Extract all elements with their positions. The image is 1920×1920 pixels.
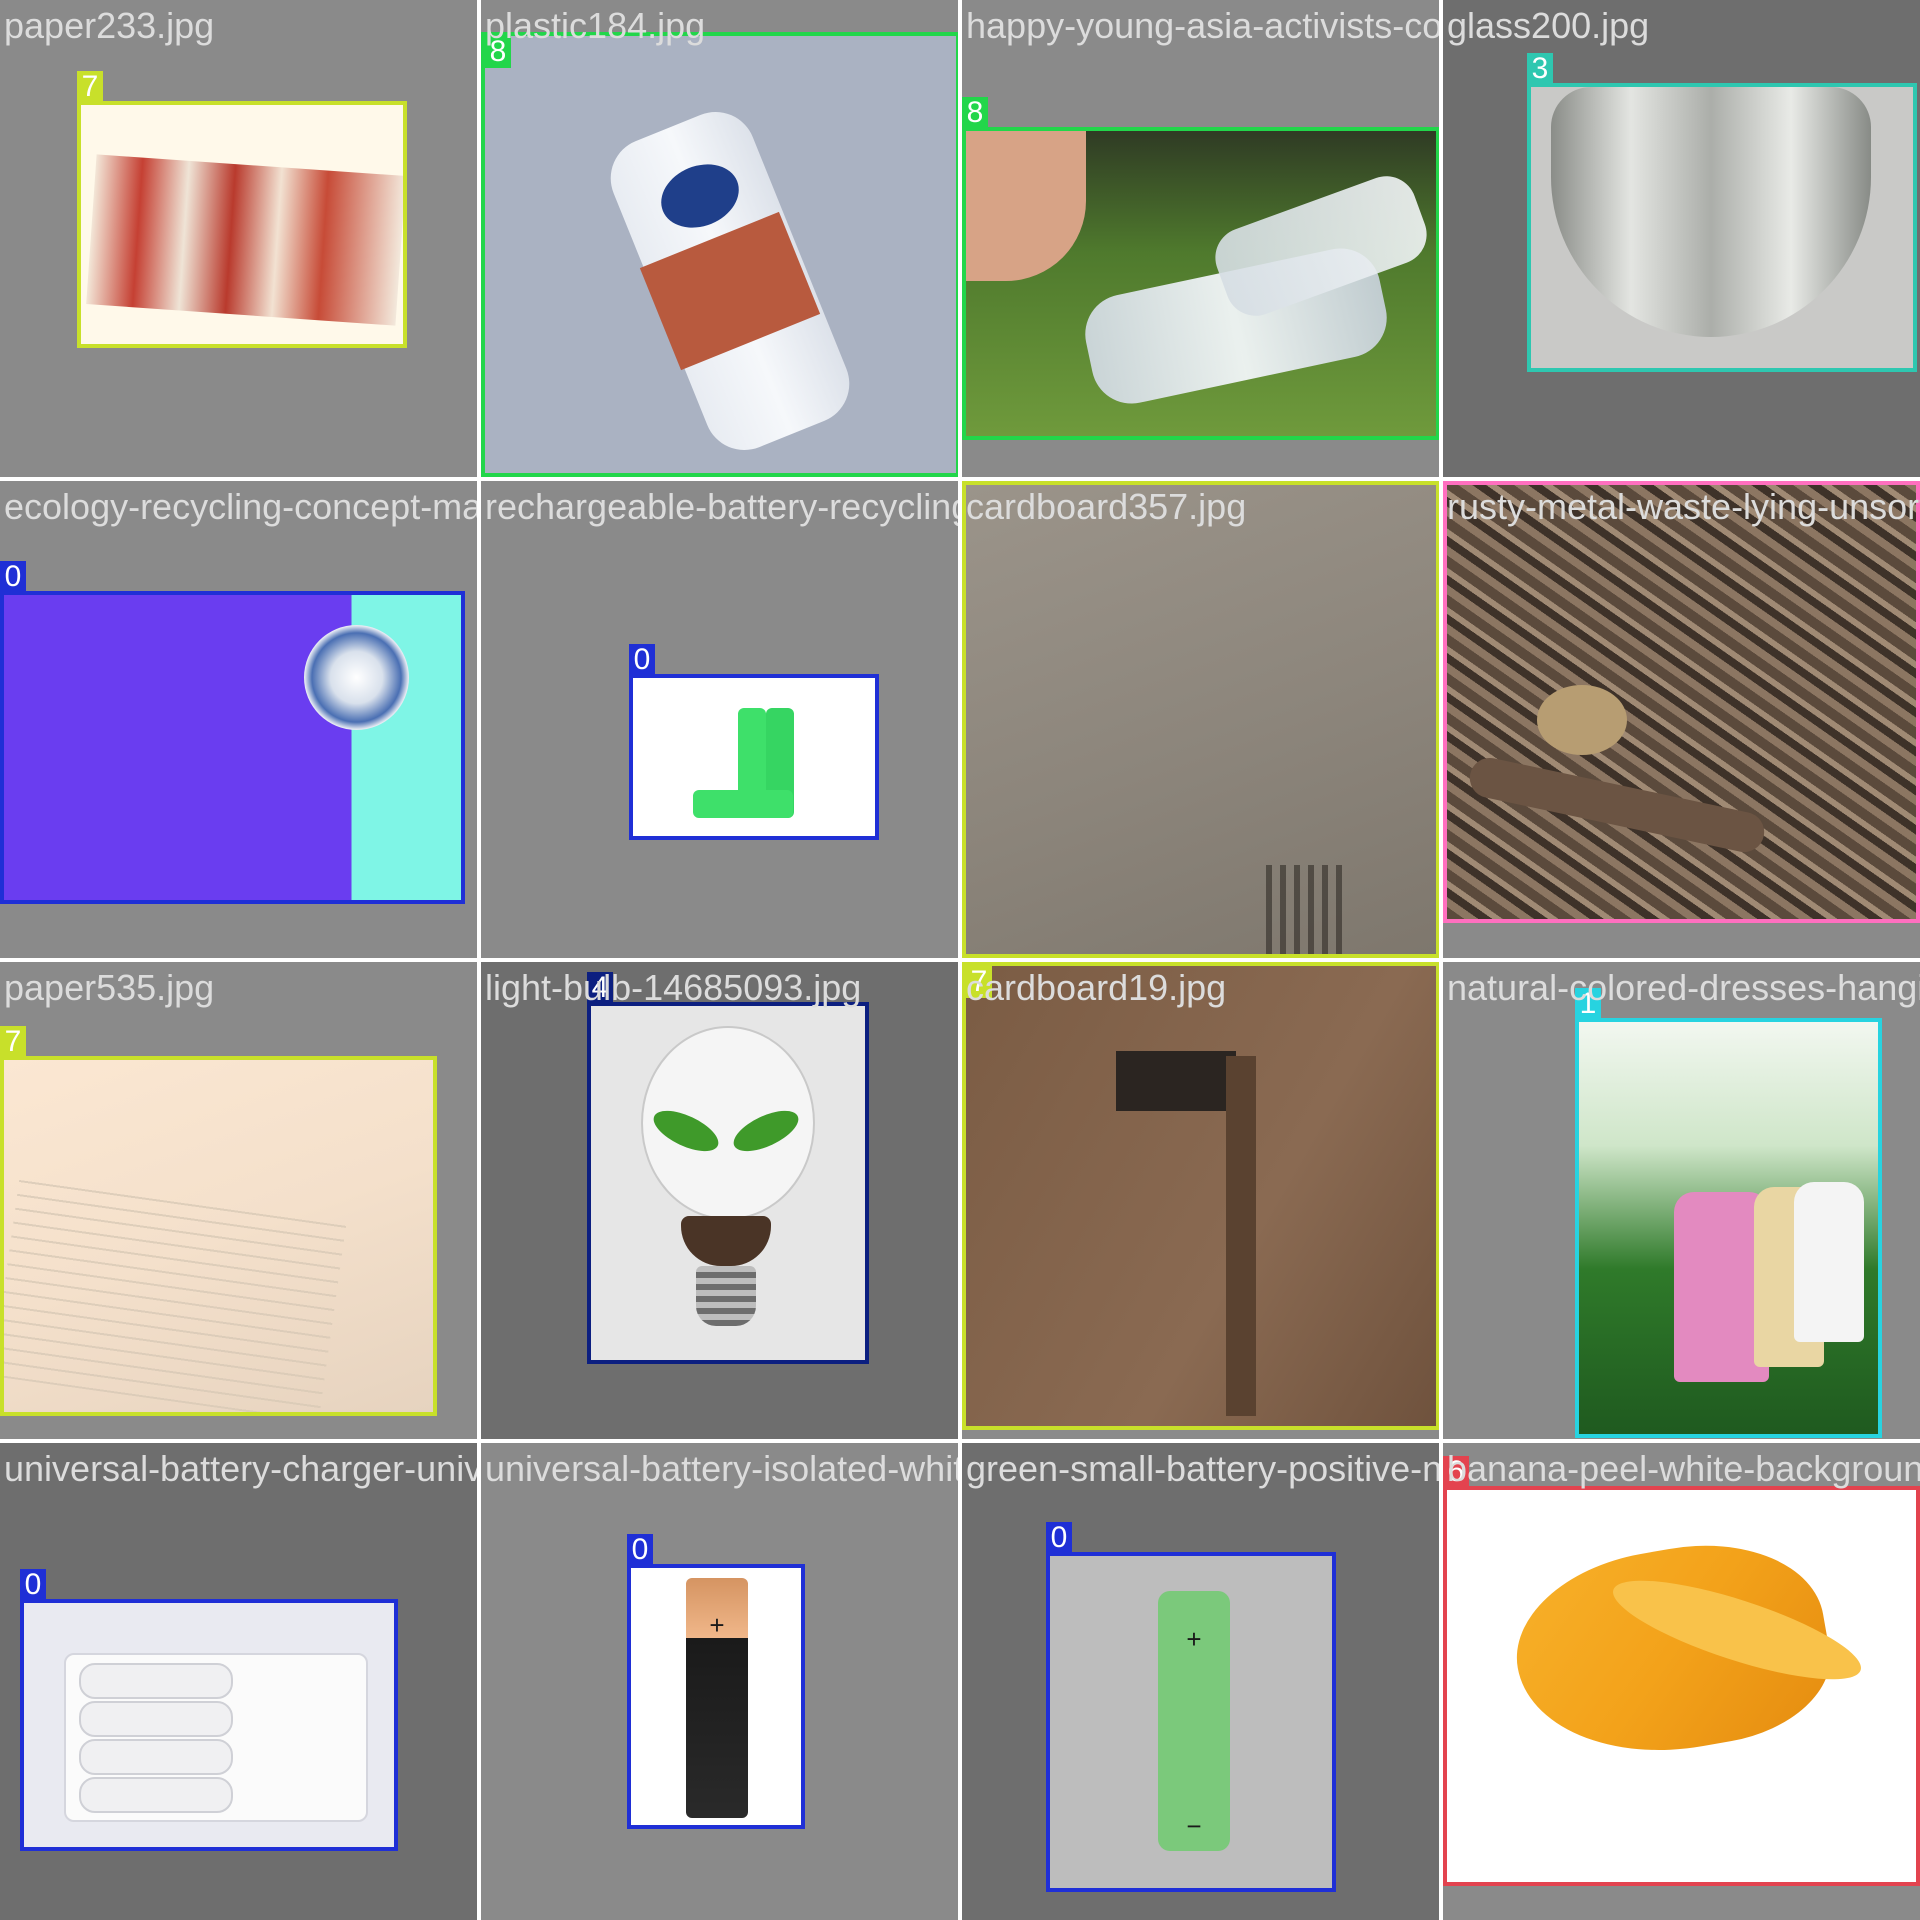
battery-charger-image [24, 1603, 394, 1847]
detection-box: 6 [1443, 1456, 1920, 1886]
mosaic-tile: happy-young-asia-activists-collecting-p … [962, 0, 1439, 477]
mosaic-tile: rusty-metal-waste-lying-unsorted 5 [1443, 481, 1920, 958]
tile-filename: glass200.jpg [1447, 5, 1650, 46]
glass-jar-image [1531, 87, 1913, 368]
hanging-dresses-image [1579, 1022, 1878, 1434]
tile-filename: rechargeable-battery-recycling-concept [485, 486, 958, 527]
mosaic-tile: universal-battery-charger-universal-ba 0 [0, 1443, 477, 1920]
banana-peel-image [1447, 1490, 1916, 1882]
detection-box: 1 [1575, 988, 1882, 1438]
tile-filename: cardboard19.jpg [966, 967, 1227, 1008]
scrap-metal-image [1447, 485, 1916, 919]
mosaic-tile: glass200.jpg 3 [1443, 0, 1920, 477]
detection-box: 8 [962, 97, 1439, 440]
class-label: 8 [962, 97, 988, 129]
class-label: 0 [629, 644, 655, 676]
class-label: 7 [0, 1026, 26, 1058]
tile-filename: natural-colored-dresses-hanging [1447, 967, 1920, 1008]
mosaic-tile: paper535.jpg 7 [0, 962, 477, 1439]
torn-paper-image [4, 1060, 433, 1412]
green-battery-image: + − [1050, 1556, 1332, 1888]
mosaic-tile: green-small-battery-positive-negative-s … [962, 1443, 1439, 1920]
tile-filename: paper233.jpg [4, 5, 215, 46]
tile-filename: happy-young-asia-activists-collecting-p [966, 5, 1439, 46]
tile-filename: green-small-battery-positive-negative-s [966, 1448, 1439, 1489]
tile-filename: plastic184.jpg [485, 5, 706, 46]
detection-mosaic: paper233.jpg 7 plastic184.jpg 8 happy-yo… [0, 0, 1920, 1920]
detection-box: 0 [629, 644, 879, 840]
mosaic-tile: light-bulb-14685093.jpg 4 [481, 962, 958, 1439]
batteries-pile-image [4, 595, 461, 900]
tile-filename: cardboard357.jpg [966, 486, 1247, 527]
detection-box: 7 [77, 71, 407, 348]
newspaper-image [81, 105, 403, 344]
class-label: 0 [1046, 1522, 1072, 1554]
aa-battery-image: + [631, 1568, 801, 1825]
class-label: 0 [627, 1534, 653, 1566]
class-label: 3 [1527, 53, 1553, 85]
tile-filename: universal-battery-charger-universal-ba [4, 1448, 477, 1489]
detection-box: 5 [1443, 481, 1920, 923]
mosaic-tile: paper233.jpg 7 [0, 0, 477, 477]
mosaic-tile: ecology-recycling-concept-many-differe 0 [0, 481, 477, 958]
detection-box: 7 [962, 481, 1439, 958]
mosaic-tile: cardboard357.jpg 7 [962, 481, 1439, 958]
tile-filename: paper535.jpg [4, 967, 215, 1008]
detection-box: 0 [20, 1569, 398, 1851]
mosaic-tile: rechargeable-battery-recycling-concept 0 [481, 481, 958, 958]
detection-box: 8 [481, 32, 958, 477]
plastic-bottle-image [485, 36, 956, 473]
detection-box: 7 [962, 962, 1439, 1430]
tile-filename: light-bulb-14685093.jpg [485, 967, 862, 1008]
tile-filename: universal-battery-isolated-white-clippin… [485, 1448, 958, 1489]
mosaic-tile: cardboard19.jpg 7 [962, 962, 1439, 1439]
light-bulb-image [591, 1006, 865, 1360]
detection-box: 0 [0, 561, 465, 904]
grid-separator [0, 1439, 1920, 1443]
green-cells-image [633, 678, 875, 836]
detection-box: + 0 [627, 1534, 805, 1829]
mosaic-tile: plastic184.jpg 8 [481, 0, 958, 477]
cardboard-image [966, 485, 1436, 954]
cardboard-box-image [966, 966, 1436, 1426]
tile-filename: banana-peel-white-background [1447, 1448, 1920, 1489]
class-label: 0 [20, 1569, 46, 1601]
tile-filename: rusty-metal-waste-lying-unsorted [1447, 486, 1920, 527]
grid-separator [0, 958, 1920, 962]
mosaic-tile: banana-peel-white-background 6 [1443, 1443, 1920, 1920]
class-label: 0 [0, 561, 26, 593]
detection-box: 3 [1527, 53, 1917, 372]
detection-box: 7 [0, 1026, 437, 1416]
mosaic-tile: natural-colored-dresses-hanging 1 [1443, 962, 1920, 1439]
tile-filename: ecology-recycling-concept-many-differe [4, 486, 477, 527]
grass-bottles-image [966, 131, 1436, 436]
mosaic-tile: universal-battery-isolated-white-clippin… [481, 1443, 958, 1920]
detection-box: + − 0 [1046, 1522, 1336, 1892]
detection-box: 4 [587, 972, 869, 1364]
class-label: 7 [77, 71, 103, 103]
